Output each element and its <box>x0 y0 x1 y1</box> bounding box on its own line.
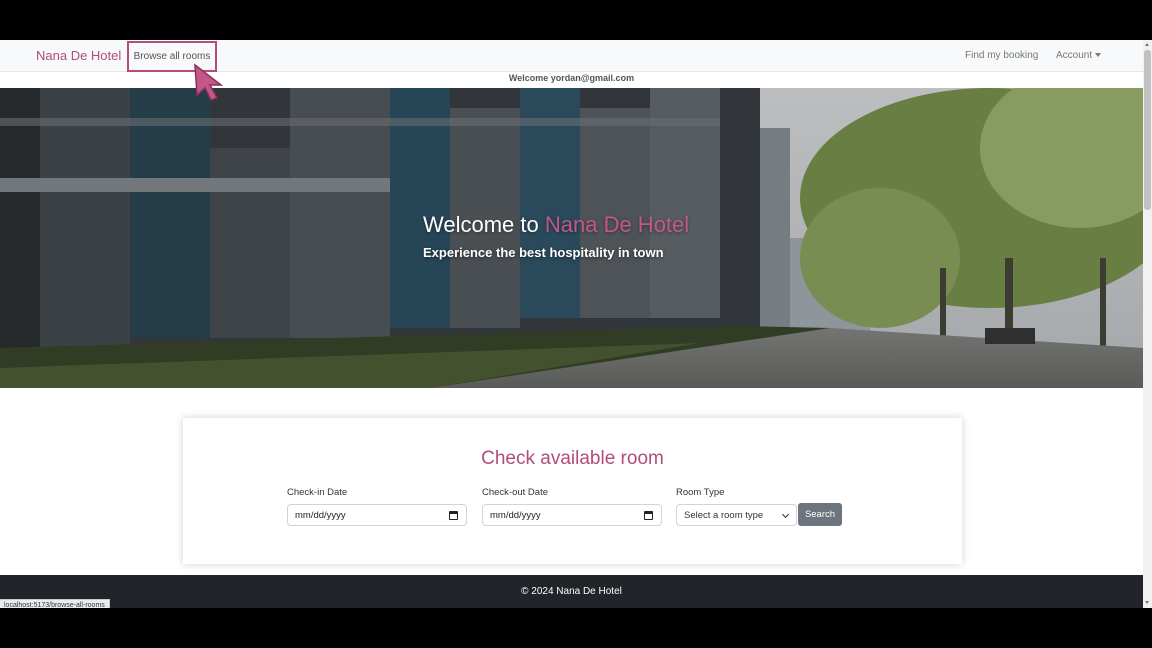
scroll-down-arrow-icon[interactable] <box>1145 601 1149 604</box>
scroll-up-arrow-icon[interactable] <box>1145 43 1149 46</box>
search-button[interactable]: Search <box>798 503 842 526</box>
navbar: Nana De Hotel Browse all rooms Find my b… <box>0 40 1143 72</box>
checkout-label: Check-out Date <box>482 487 549 498</box>
chevron-down-icon <box>781 510 790 519</box>
pointer-cursor-icon <box>194 63 224 101</box>
status-bar-url: localhost:5173/browse-all-rooms <box>0 599 110 608</box>
room-type-selected: Select a room type <box>684 510 764 521</box>
checkin-label: Check-in Date <box>287 487 348 498</box>
checkout-date-input[interactable]: mm/dd/yyyy <box>482 504 662 526</box>
account-label: Account <box>1056 50 1093 61</box>
scrollbar-thumb[interactable] <box>1144 50 1151 210</box>
find-my-booking-link[interactable]: Find my booking <box>965 50 1038 61</box>
caret-down-icon <box>1095 53 1102 58</box>
hero-title-prefix: Welcome to <box>423 212 545 237</box>
account-dropdown[interactable]: Account <box>1056 50 1102 61</box>
vertical-scrollbar[interactable] <box>1143 40 1152 608</box>
calendar-icon[interactable] <box>449 511 458 520</box>
hero-banner: Welcome to Nana De Hotel Experience the … <box>0 88 1143 388</box>
hero-background-image <box>0 88 1143 388</box>
room-type-label: Room Type <box>676 487 725 498</box>
browser-viewport: Nana De Hotel Browse all rooms Find my b… <box>0 40 1152 608</box>
card-title: Check available room <box>481 448 664 469</box>
footer-copyright: © 2024 Nana De Hotel <box>521 586 622 597</box>
room-search-card: Check available room Check-in Date mm/dd… <box>183 418 962 564</box>
checkout-placeholder: mm/dd/yyyy <box>490 510 541 521</box>
checkin-placeholder: mm/dd/yyyy <box>295 510 346 521</box>
footer: © 2024 Nana De Hotel <box>0 575 1143 608</box>
room-type-select[interactable]: Select a room type <box>676 504 797 526</box>
calendar-icon[interactable] <box>644 511 653 520</box>
checkin-date-input[interactable]: mm/dd/yyyy <box>287 504 467 526</box>
hero-title: Welcome to Nana De Hotel <box>423 212 689 238</box>
welcome-message: Welcome yordan@gmail.com <box>0 72 1143 88</box>
hero-title-brand: Nana De Hotel <box>544 212 690 237</box>
hero-subtitle: Experience the best hospitality in town <box>423 245 664 260</box>
brand-link[interactable]: Nana De Hotel <box>36 48 121 63</box>
